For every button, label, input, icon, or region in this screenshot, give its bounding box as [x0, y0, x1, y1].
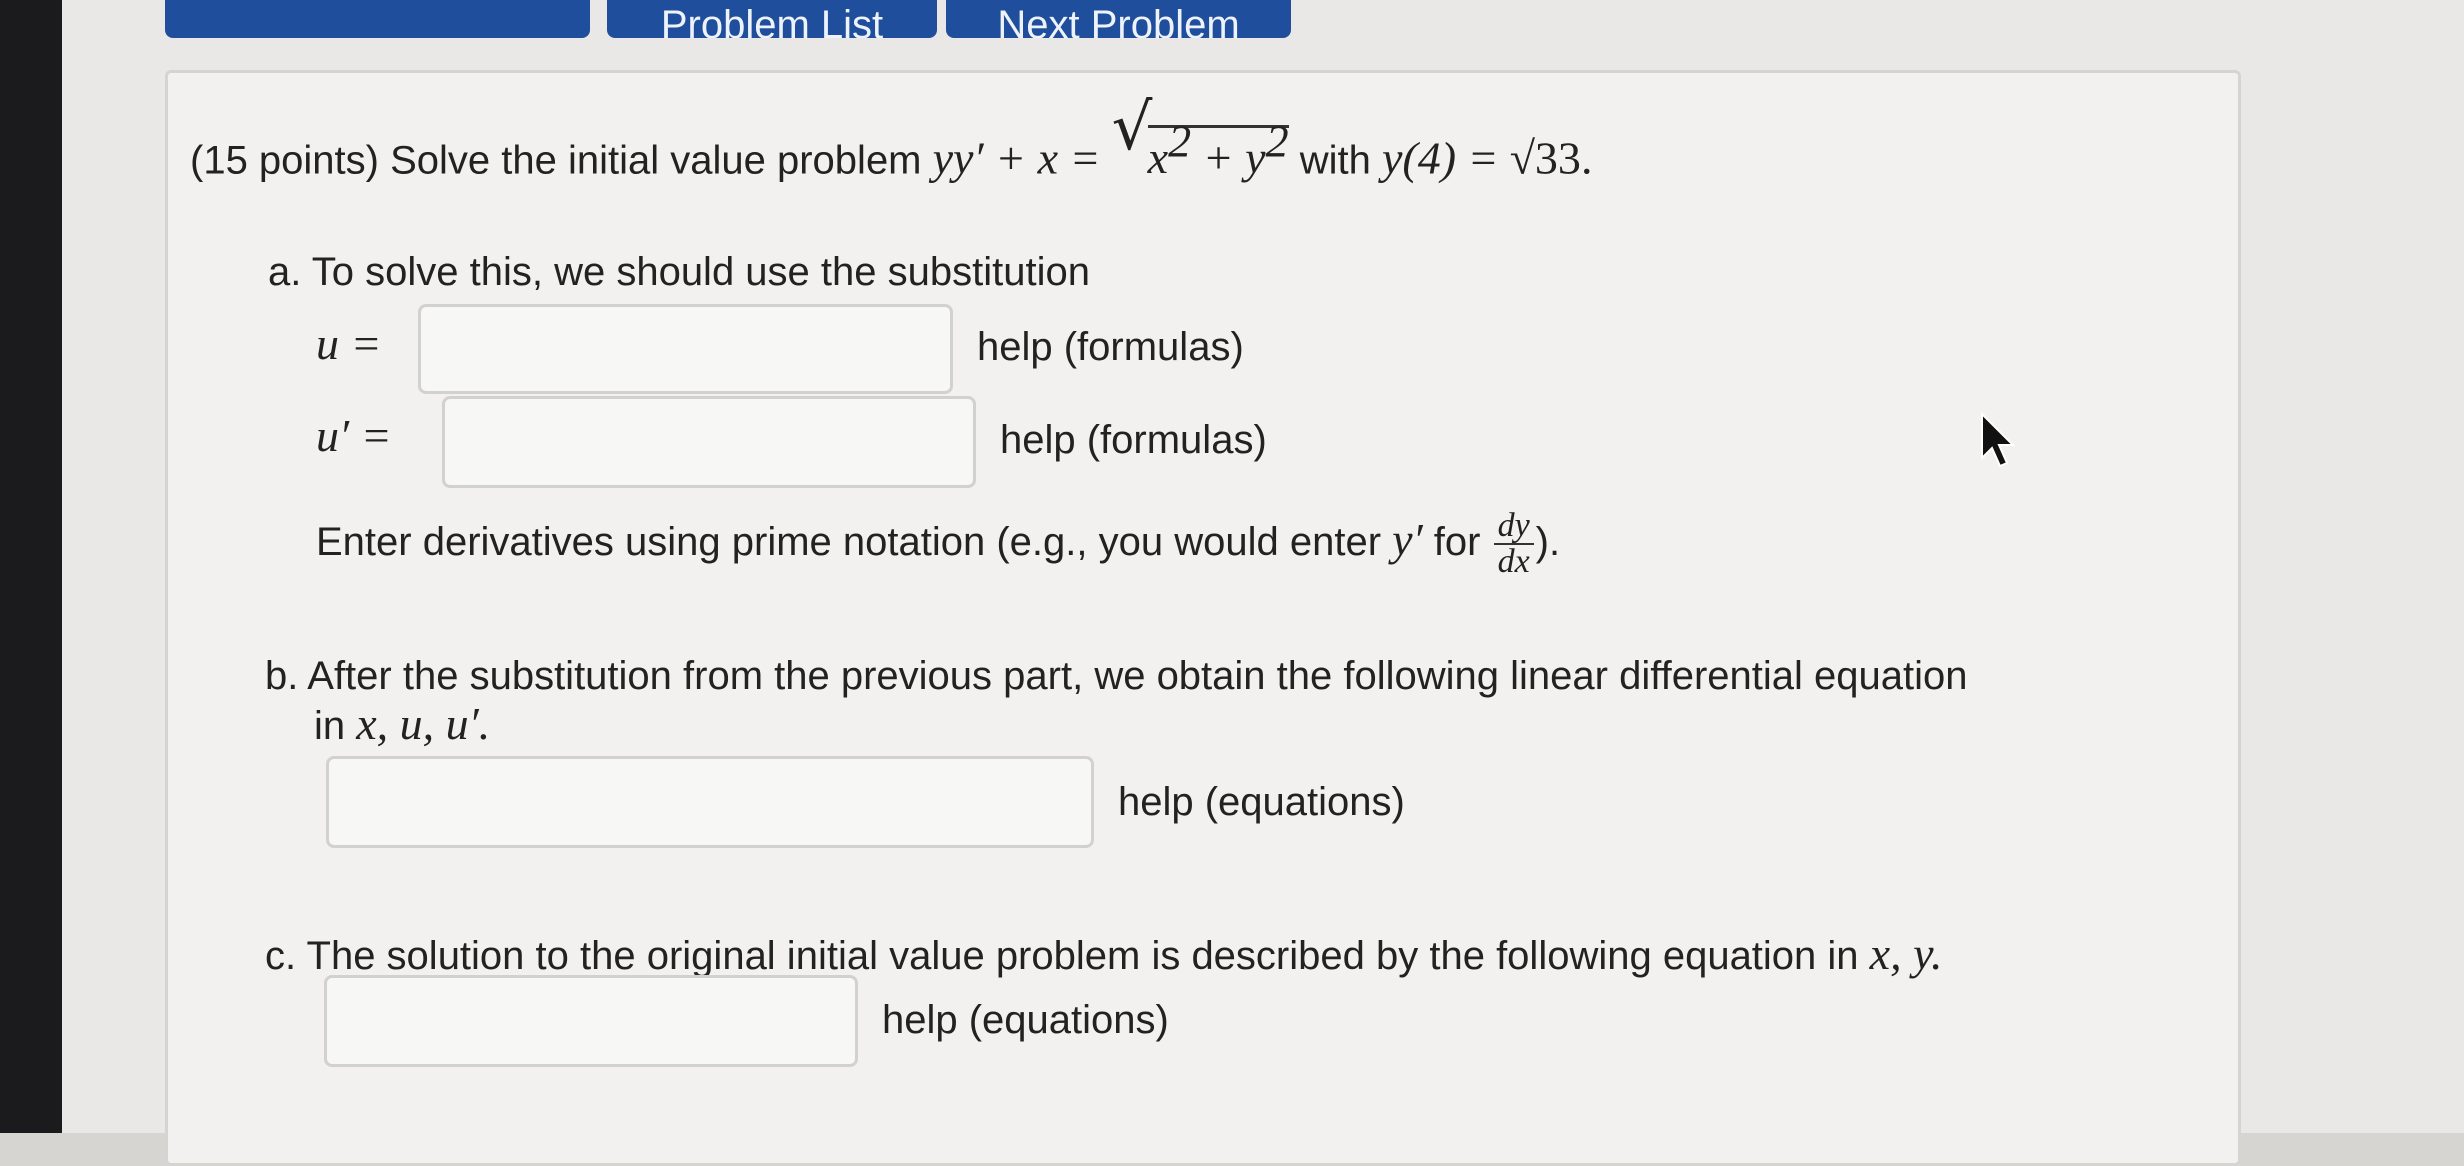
part-b-text-line2: in x, u, u′.: [314, 698, 491, 749]
initial-condition-lhs: y(4) =: [1381, 132, 1499, 184]
part-b-text-line1: b. After the substitution from the previ…: [265, 654, 1968, 698]
u-answer-input[interactable]: [418, 304, 953, 394]
screen-bezel: [0, 0, 62, 1133]
next-problem-button[interactable]: Next Problem: [946, 0, 1291, 38]
dy-dx-fraction: dy dx: [1493, 509, 1534, 579]
solution-equation-input[interactable]: [324, 975, 858, 1067]
mouse-cursor-icon: [1981, 412, 2016, 468]
uprime-answer-input[interactable]: [442, 396, 976, 488]
initial-condition-rhs: √33: [1509, 132, 1581, 184]
part-c-text: c. The solution to the original initial …: [265, 928, 1943, 979]
sqrt-expression: √ x2 + y2: [1111, 91, 1289, 184]
u-help-link[interactable]: help (formulas): [977, 325, 1244, 370]
uprime-help-link[interactable]: help (formulas): [1000, 418, 1267, 463]
problem-list-button[interactable]: Problem List: [607, 0, 937, 38]
problem-statement: (15 points) Solve the initial value prob…: [190, 91, 1593, 184]
ode-lhs: yy′ + x =: [932, 132, 1101, 184]
problem-intro: (15 points) Solve the initial value prob…: [190, 138, 922, 183]
part-c-help-link[interactable]: help (equations): [882, 998, 1169, 1043]
part-a-text: a. To solve this, we should use the subs…: [268, 250, 1090, 294]
part-b-help-link[interactable]: help (equations): [1118, 780, 1405, 825]
with-text: with: [1299, 138, 1371, 183]
prime-notation-note: Enter derivatives using prime notation (…: [316, 507, 1561, 581]
linear-equation-input[interactable]: [326, 756, 1094, 848]
u-label: u =: [316, 318, 382, 369]
uprime-label: u′ =: [316, 410, 392, 461]
prev-nav-button[interactable]: [165, 0, 590, 38]
